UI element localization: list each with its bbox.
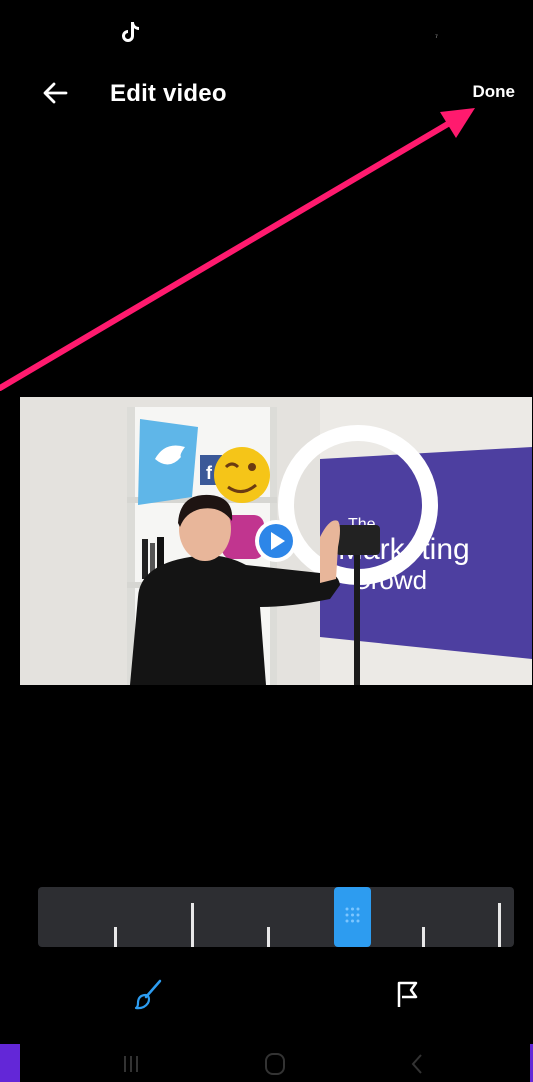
- home-icon[interactable]: [260, 1050, 290, 1078]
- flag-icon[interactable]: [390, 977, 424, 1011]
- timeline-handle[interactable]: [334, 887, 371, 947]
- status-indicator: ⁷: [435, 33, 438, 42]
- video-preview[interactable]: f The Marketing Crowd: [20, 397, 532, 685]
- brush-icon[interactable]: [130, 975, 168, 1013]
- timeline-tick: [498, 903, 501, 947]
- nav-back-icon[interactable]: [402, 1050, 432, 1078]
- recent-apps-icon[interactable]: [116, 1050, 146, 1078]
- timeline-tick: [267, 927, 270, 947]
- timeline-tick: [422, 927, 425, 947]
- tiktok-icon: [122, 22, 139, 42]
- drag-grip-icon: [345, 907, 360, 923]
- timeline-tick: [114, 927, 117, 947]
- status-bar: ⁷: [0, 0, 533, 56]
- header: Edit video Done: [0, 62, 533, 122]
- done-button[interactable]: Done: [473, 82, 516, 102]
- timeline-scrubber[interactable]: [38, 887, 514, 947]
- timeline-tick: [191, 903, 194, 947]
- system-nav-bar: [0, 1044, 533, 1082]
- arrow-left-icon[interactable]: [40, 78, 70, 108]
- nav-accent-left: [0, 1044, 20, 1082]
- play-icon[interactable]: [254, 519, 298, 563]
- svg-text:f: f: [206, 463, 213, 483]
- page-title: Edit video: [110, 80, 227, 107]
